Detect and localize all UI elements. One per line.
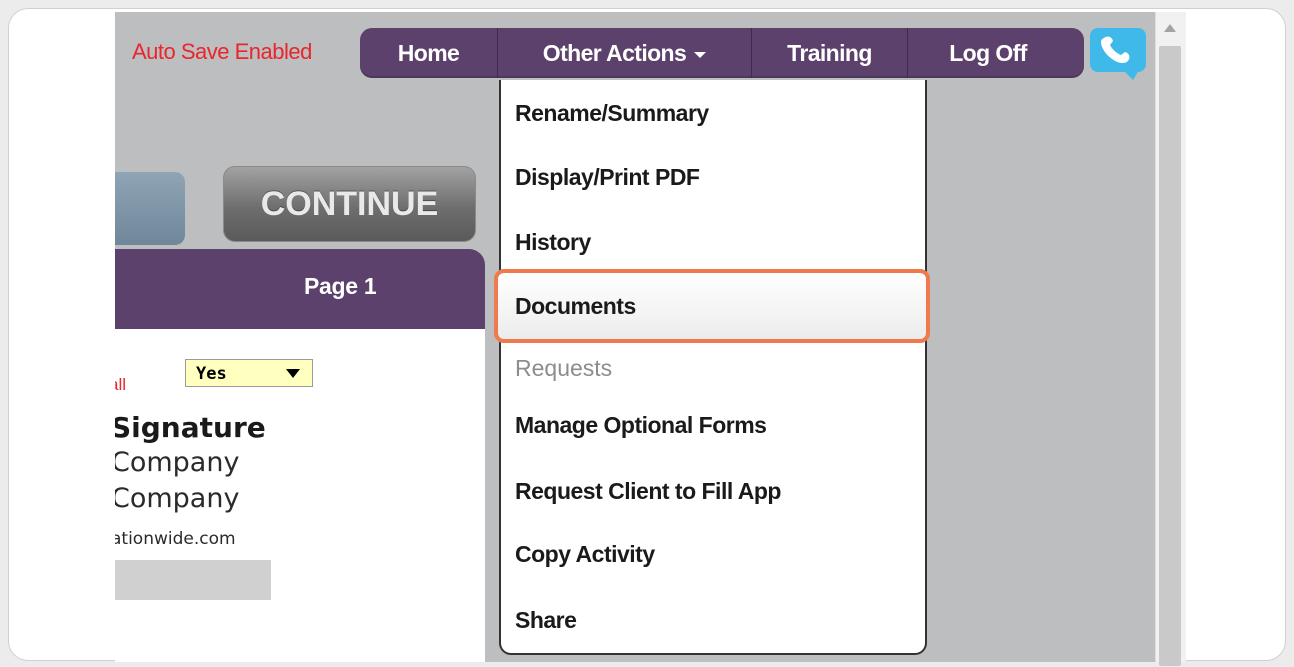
nav-other-actions[interactable]: Other Actions: [498, 28, 751, 78]
menu-item-rename-summary[interactable]: Rename/Summary: [515, 100, 709, 127]
company-line-2: Company: [115, 483, 240, 514]
menu-section-requests: Requests: [515, 355, 613, 381]
back-button[interactable]: [115, 172, 185, 245]
top-navbar: Home Other Actions Training Log Off: [360, 28, 1084, 78]
menu-item-display-print-pdf[interactable]: Display/Print PDF: [515, 164, 700, 191]
menu-item-request-client-fill-app[interactable]: Request Client to Fill App: [515, 478, 781, 505]
autosave-status: Auto Save Enabled: [132, 39, 312, 64]
nav-training[interactable]: Training: [752, 28, 907, 78]
form-panel: all Yes Signature Company Company ationw…: [115, 329, 485, 662]
page-tab-label: Page 1: [304, 273, 377, 299]
select-value: Yes: [196, 364, 227, 384]
menu-item-copy-activity[interactable]: Copy Activity: [515, 541, 655, 568]
yes-no-select[interactable]: Yes: [185, 359, 313, 387]
menu-item-share[interactable]: Share: [515, 607, 577, 634]
menu-item-manage-optional-forms[interactable]: Manage Optional Forms: [515, 412, 767, 439]
caret-down-icon: [694, 51, 707, 58]
menu-item-history[interactable]: History: [515, 229, 591, 256]
menu-item-documents[interactable]: Documents: [515, 293, 636, 320]
nav-log-off[interactable]: Log Off: [908, 28, 1068, 78]
nav-other-actions-label: Other Actions: [542, 40, 687, 66]
scroll-thumb[interactable]: [1159, 46, 1181, 666]
page-tab[interactable]: Page 1: [115, 249, 485, 329]
vertical-scrollbar[interactable]: [1155, 12, 1186, 666]
continue-button[interactable]: CONTINUE: [223, 166, 476, 242]
phone-chat-icon[interactable]: [1090, 28, 1146, 72]
phone-icon: [1101, 36, 1130, 64]
company-line-1: Company: [115, 447, 240, 478]
gray-input-field[interactable]: [115, 560, 271, 600]
nav-home[interactable]: Home: [360, 28, 497, 78]
chevron-down-icon: [286, 369, 300, 378]
website-text: ationwide.com: [115, 529, 236, 549]
app-viewport: Auto Save Enabled Home Other Actions Tra…: [115, 12, 1155, 662]
other-actions-dropdown: Rename/Summary Display/Print PDF History…: [494, 80, 930, 655]
chat-bubble-tail: [1123, 70, 1139, 80]
scroll-up-arrow-icon[interactable]: [1164, 24, 1176, 32]
signature-title: Signature: [115, 411, 266, 444]
red-label-fragment: all: [115, 375, 127, 394]
